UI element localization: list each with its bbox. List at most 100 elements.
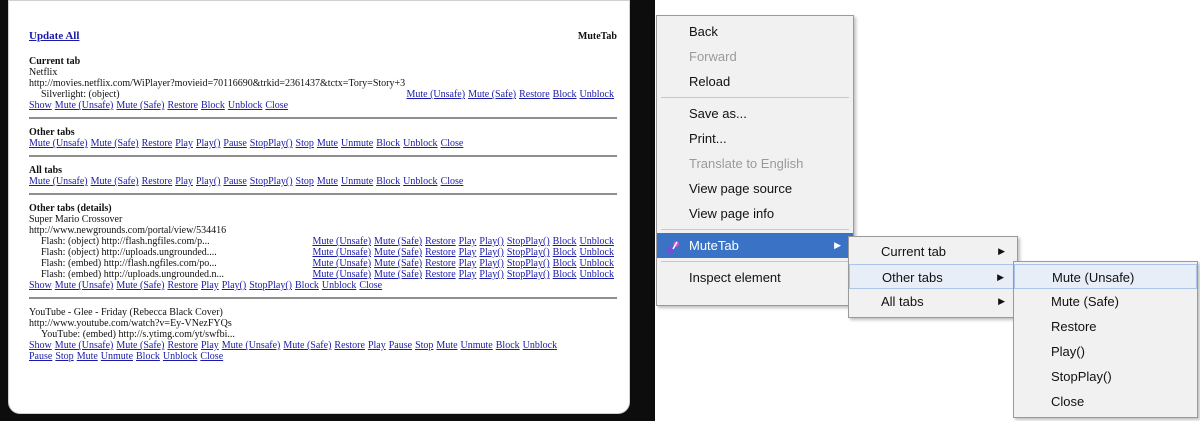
stopplay-link[interactable]: StopPlay() xyxy=(249,280,292,291)
pause-link[interactable]: Pause xyxy=(29,351,52,362)
play-link[interactable]: Play xyxy=(201,340,219,351)
play-link[interactable]: Play xyxy=(459,236,477,247)
stop-link[interactable]: Stop xyxy=(296,176,314,187)
stopplay-link[interactable]: StopPlay() xyxy=(250,176,293,187)
mute-unsafe-link[interactable]: Mute (Unsafe) xyxy=(312,247,371,258)
stopplay-link[interactable]: StopPlay() xyxy=(507,258,550,269)
mute-safe-link[interactable]: Mute (Safe) xyxy=(374,258,422,269)
show-link[interactable]: Show xyxy=(29,100,52,111)
restore-link[interactable]: Restore xyxy=(425,247,456,258)
menu-item-forward[interactable]: Forward xyxy=(657,44,853,69)
unmute-link[interactable]: Unmute xyxy=(461,340,493,351)
restore-link[interactable]: Restore xyxy=(425,258,456,269)
stopplay-link[interactable]: StopPlay() xyxy=(250,138,293,149)
submenu-item-current-tab[interactable]: Current tab ▶ xyxy=(849,239,1017,264)
stop-link[interactable]: Stop xyxy=(296,138,314,149)
close-link[interactable]: Close xyxy=(265,100,288,111)
restore-link[interactable]: Restore xyxy=(334,340,365,351)
submenu-item-all-tabs[interactable]: All tabs ▶ xyxy=(849,289,1017,314)
block-link[interactable]: Block xyxy=(376,176,400,187)
unblock-link[interactable]: Unblock xyxy=(163,351,197,362)
restore-link[interactable]: Restore xyxy=(167,100,198,111)
block-link[interactable]: Block xyxy=(496,340,520,351)
unmute-link[interactable]: Unmute xyxy=(341,138,373,149)
menu-item-save-as[interactable]: Save as... xyxy=(657,101,853,126)
restore-link[interactable]: Restore xyxy=(519,89,550,100)
subsubmenu-item-restore[interactable]: Restore xyxy=(1014,314,1197,339)
subsubmenu-item-stopplay[interactable]: StopPlay() xyxy=(1014,364,1197,389)
mute-link[interactable]: Mute xyxy=(436,340,457,351)
stopplay-link[interactable]: StopPlay() xyxy=(507,236,550,247)
mute-unsafe-link[interactable]: Mute (Unsafe) xyxy=(55,340,114,351)
mute-safe-link[interactable]: Mute (Safe) xyxy=(91,176,139,187)
unblock-link[interactable]: Unblock xyxy=(403,138,437,149)
play-link[interactable]: Play xyxy=(368,340,386,351)
stopplay-link[interactable]: StopPlay() xyxy=(507,269,550,280)
menu-item-inspect[interactable]: Inspect element xyxy=(657,265,853,290)
mute-link[interactable]: Mute xyxy=(317,138,338,149)
unblock-link[interactable]: Unblock xyxy=(580,247,614,258)
play-link[interactable]: Play() xyxy=(479,269,503,280)
unblock-link[interactable]: Unblock xyxy=(580,258,614,269)
mute-safe-link[interactable]: Mute (Safe) xyxy=(116,280,164,291)
unblock-link[interactable]: Unblock xyxy=(580,89,614,100)
play-link[interactable]: Play() xyxy=(479,258,503,269)
mute-unsafe-link[interactable]: Mute (Unsafe) xyxy=(222,340,281,351)
restore-link[interactable]: Restore xyxy=(142,138,173,149)
unmute-link[interactable]: Unmute xyxy=(101,351,133,362)
unblock-link[interactable]: Unblock xyxy=(523,340,557,351)
menu-item-translate[interactable]: Translate to English xyxy=(657,151,853,176)
mute-unsafe-link[interactable]: Mute (Unsafe) xyxy=(406,89,465,100)
menu-item-view-info[interactable]: View page info xyxy=(657,201,853,226)
close-link[interactable]: Close xyxy=(359,280,382,291)
unblock-link[interactable]: Unblock xyxy=(580,236,614,247)
mute-link[interactable]: Mute xyxy=(317,176,338,187)
stop-link[interactable]: Stop xyxy=(55,351,73,362)
close-link[interactable]: Close xyxy=(441,138,464,149)
restore-link[interactable]: Restore xyxy=(142,176,173,187)
play-link[interactable]: Play() xyxy=(196,176,220,187)
subsubmenu-item-close[interactable]: Close xyxy=(1014,389,1197,414)
mute-safe-link[interactable]: Mute (Safe) xyxy=(283,340,331,351)
play-link[interactable]: Play xyxy=(459,258,477,269)
show-link[interactable]: Show xyxy=(29,280,52,291)
menu-item-back[interactable]: Back xyxy=(657,19,853,44)
mute-safe-link[interactable]: Mute (Safe) xyxy=(374,236,422,247)
show-link[interactable]: Show xyxy=(29,340,52,351)
play-link[interactable]: Play xyxy=(201,280,219,291)
restore-link[interactable]: Restore xyxy=(425,236,456,247)
unmute-link[interactable]: Unmute xyxy=(341,176,373,187)
block-link[interactable]: Block xyxy=(553,89,577,100)
mute-safe-link[interactable]: Mute (Safe) xyxy=(116,100,164,111)
menu-item-reload[interactable]: Reload xyxy=(657,69,853,94)
mute-unsafe-link[interactable]: Mute (Unsafe) xyxy=(55,100,114,111)
submenu-item-other-tabs[interactable]: Other tabs ▶ xyxy=(849,264,1017,289)
block-link[interactable]: Block xyxy=(553,258,577,269)
play-link[interactable]: Play xyxy=(459,269,477,280)
mute-safe-link[interactable]: Mute (Safe) xyxy=(468,89,516,100)
restore-link[interactable]: Restore xyxy=(167,280,198,291)
pause-link[interactable]: Pause xyxy=(223,138,246,149)
block-link[interactable]: Block xyxy=(553,236,577,247)
unblock-link[interactable]: Unblock xyxy=(580,269,614,280)
block-link[interactable]: Block xyxy=(201,100,225,111)
subsubmenu-item-mute-safe[interactable]: Mute (Safe) xyxy=(1014,289,1197,314)
mute-safe-link[interactable]: Mute (Safe) xyxy=(116,340,164,351)
close-link[interactable]: Close xyxy=(200,351,223,362)
pause-link[interactable]: Pause xyxy=(223,176,246,187)
play-link[interactable]: Play xyxy=(175,138,193,149)
mute-unsafe-link[interactable]: Mute (Unsafe) xyxy=(312,258,371,269)
play-link[interactable]: Play() xyxy=(479,247,503,258)
subsubmenu-item-mute-unsafe[interactable]: Mute (Unsafe) xyxy=(1014,264,1197,289)
unblock-link[interactable]: Unblock xyxy=(403,176,437,187)
block-link[interactable]: Block xyxy=(136,351,160,362)
stopplay-link[interactable]: StopPlay() xyxy=(507,247,550,258)
mute-unsafe-link[interactable]: Mute (Unsafe) xyxy=(29,138,88,149)
mute-link[interactable]: Mute xyxy=(77,351,98,362)
block-link[interactable]: Block xyxy=(553,247,577,258)
block-link[interactable]: Block xyxy=(376,138,400,149)
play-link[interactable]: Play xyxy=(175,176,193,187)
menu-item-mutetab[interactable]: MuteTab ▶ xyxy=(657,233,853,258)
mute-unsafe-link[interactable]: Mute (Unsafe) xyxy=(29,176,88,187)
menu-item-view-source[interactable]: View page source xyxy=(657,176,853,201)
